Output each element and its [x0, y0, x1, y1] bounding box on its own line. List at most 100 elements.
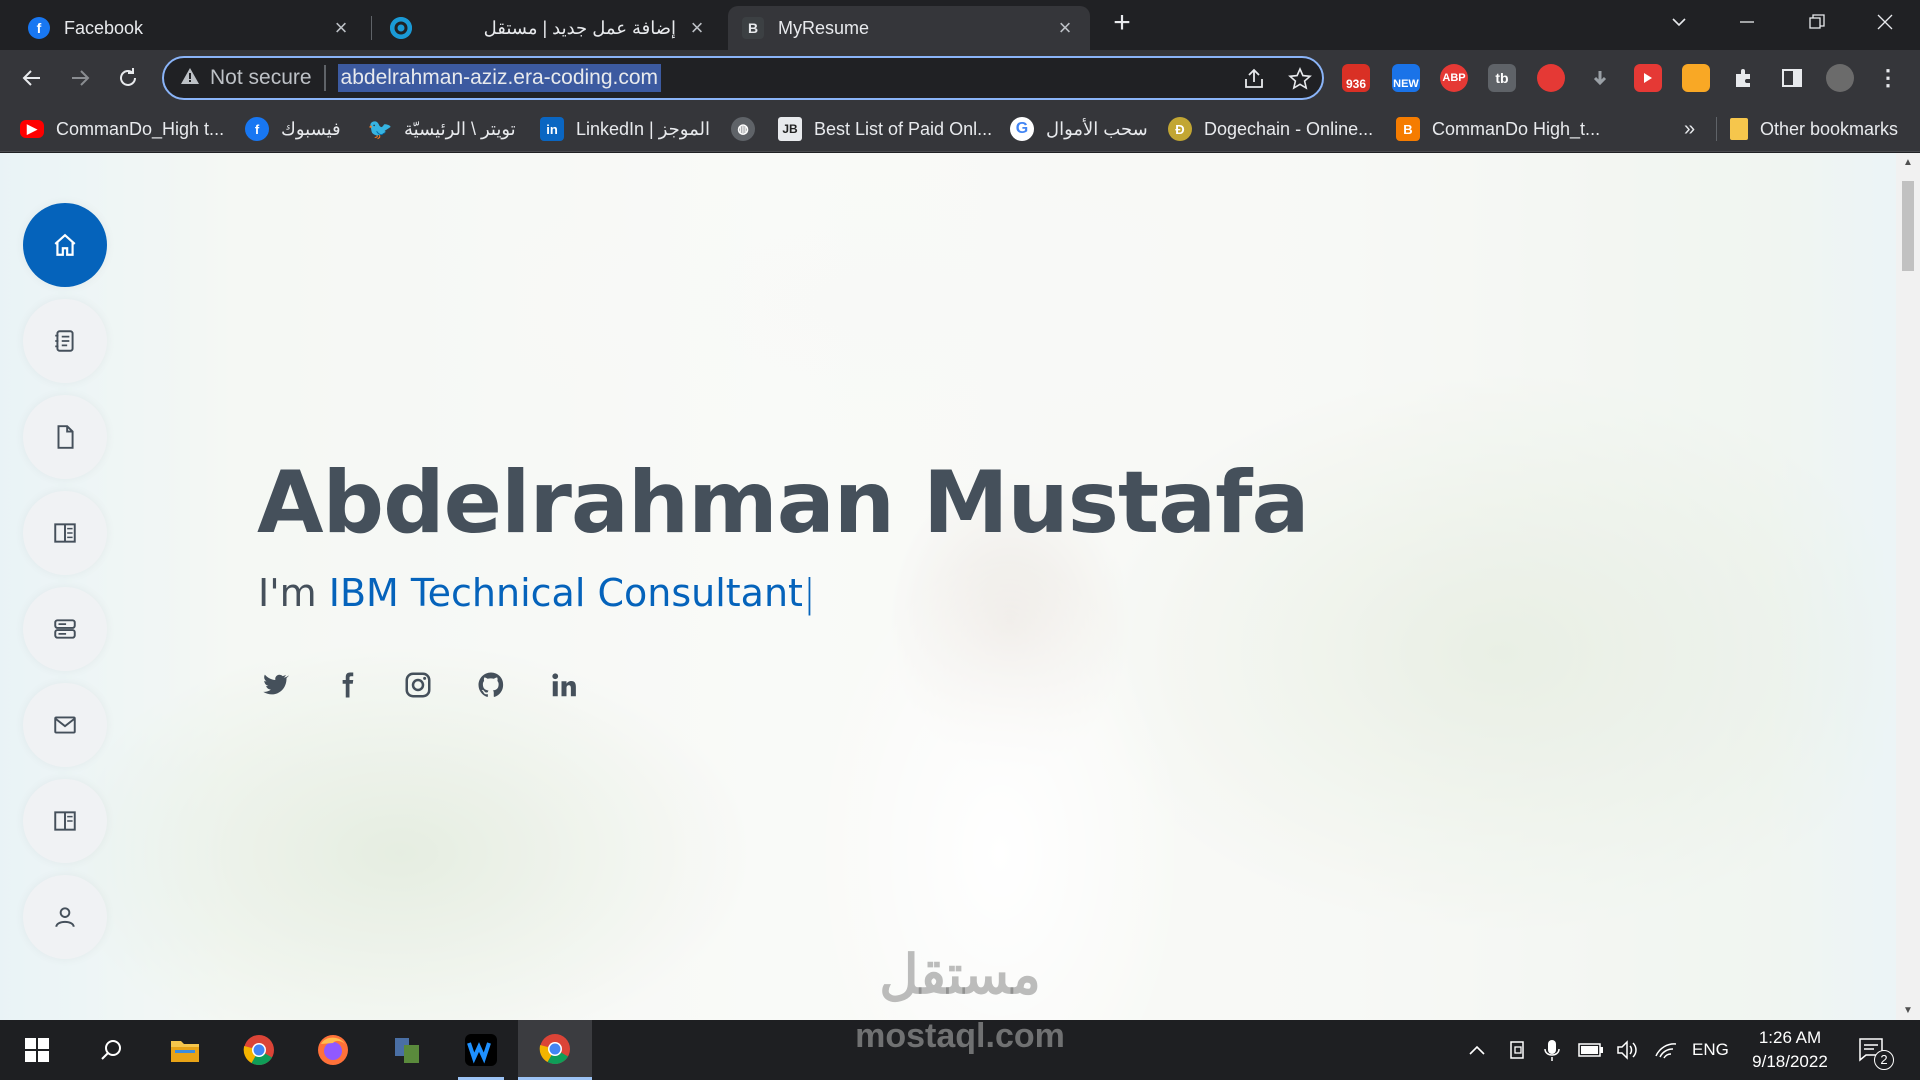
chevron-down-icon — [1672, 18, 1686, 27]
twitter-link[interactable] — [256, 667, 292, 703]
bookmark-item[interactable]: B CommanDo High_t... — [1396, 106, 1600, 152]
nav-home-button[interactable] — [23, 203, 107, 287]
instagram-link[interactable] — [400, 667, 436, 703]
forward-button[interactable] — [64, 62, 96, 94]
twitter-icon — [263, 674, 289, 695]
facebook-link[interactable] — [329, 667, 365, 703]
close-window-button[interactable] — [1852, 0, 1918, 44]
security-status[interactable]: Not secure — [210, 66, 312, 90]
menu-icon[interactable]: ⋮ — [1874, 64, 1902, 92]
battery-icon[interactable] — [1578, 1020, 1604, 1080]
close-icon — [1877, 14, 1893, 30]
tab-search-button[interactable] — [1646, 0, 1712, 44]
time: 1:26 AM — [1758, 1028, 1822, 1047]
github-icon — [478, 672, 504, 697]
minimize-icon — [1740, 21, 1754, 23]
badge: NEW — [1393, 78, 1419, 90]
bookmark-item[interactable]: f فيسبوك — [245, 106, 341, 152]
tb-extension[interactable]: tb — [1488, 64, 1516, 92]
tab-title: MyResume — [778, 17, 870, 38]
side-panel-icon[interactable] — [1778, 64, 1806, 92]
star-icon[interactable] — [1288, 67, 1312, 91]
bookmarks-overflow-button[interactable]: » — [1684, 106, 1695, 152]
nav-blog-button[interactable] — [23, 779, 107, 863]
bookmark-item[interactable]: Ð Dogechain - Online... — [1168, 106, 1373, 152]
close-icon[interactable]: × — [330, 15, 352, 41]
warning-icon[interactable] — [180, 66, 202, 91]
address-bar[interactable]: Not secure abdelrahman-aziz.era-coding.c… — [162, 56, 1324, 100]
bookmark-item[interactable]: ◍ — [731, 106, 767, 152]
gmail-checker-extension[interactable]: 936 — [1342, 64, 1370, 92]
meet-now-icon[interactable] — [1508, 1020, 1528, 1080]
close-icon[interactable]: × — [1054, 15, 1076, 41]
adblock-plus-extension[interactable]: ABP — [1440, 64, 1468, 92]
facebook-icon: f — [245, 117, 269, 141]
bookmark-item[interactable]: JB Best List of Paid Onl... — [778, 106, 992, 152]
dogecoin-icon: Ð — [1168, 117, 1192, 141]
bookmark-item[interactable]: 🐦 تويتر \ الرئيسيّة — [368, 106, 516, 152]
linkedin-link[interactable] — [546, 667, 582, 703]
start-button[interactable] — [0, 1020, 74, 1080]
puzzle-icon[interactable] — [1730, 64, 1758, 92]
nav-portfolio-button[interactable] — [23, 491, 107, 575]
scroll-down-icon[interactable]: ▼ — [1902, 1005, 1914, 1016]
bookmark-item[interactable]: G سحب الأموال — [1010, 106, 1148, 152]
share-icon[interactable] — [1242, 67, 1266, 91]
windows-icon — [25, 1038, 49, 1062]
bookmark-item[interactable]: ▶ CommanDo_High t... — [20, 106, 224, 152]
back-button[interactable] — [16, 62, 48, 94]
bookmark-label: سحب الأموال — [1046, 118, 1148, 139]
nav-contact-button[interactable] — [23, 683, 107, 767]
url-text[interactable]: abdelrahman-aziz.era-coding.com — [337, 64, 662, 92]
hand-icon[interactable] — [1537, 64, 1565, 92]
tab-myresume[interactable]: B MyResume × — [728, 6, 1090, 50]
tab-facebook[interactable]: f Facebook × — [14, 6, 366, 50]
tab-mostaql[interactable]: إضافة عمل جديد | مستقل × — [376, 6, 722, 50]
scroll-up-icon[interactable]: ▲ — [1902, 157, 1914, 168]
new-tab-button[interactable]: + — [1108, 8, 1136, 38]
notification-center[interactable]: 2 — [1858, 1020, 1894, 1080]
github-link[interactable] — [473, 667, 509, 703]
bookmark-label: Other bookmarks — [1760, 118, 1899, 139]
close-icon[interactable]: × — [686, 15, 708, 41]
video-icon[interactable] — [1634, 64, 1662, 92]
new-extension[interactable]: NEW — [1392, 64, 1420, 92]
page-scrollbar[interactable]: ▲ ▼ — [1896, 153, 1920, 1020]
download-icon[interactable] — [1586, 64, 1614, 92]
restore-button[interactable] — [1784, 0, 1850, 44]
avatar[interactable] — [1826, 64, 1854, 92]
language-indicator[interactable]: ENG — [1692, 1020, 1729, 1080]
show-hidden-icons[interactable] — [1468, 1020, 1486, 1080]
home-icon — [54, 233, 76, 256]
bookmark-label: CommanDo_High t... — [56, 118, 225, 139]
facebook-icon — [342, 672, 354, 698]
bookmark-label: Best List of Paid Onl... — [814, 118, 993, 139]
bookmark-item[interactable]: in LinkedIn | الموجز — [540, 106, 710, 152]
scrollbar-thumb[interactable] — [1902, 181, 1914, 271]
divider — [323, 65, 326, 91]
file-explorer-button[interactable] — [148, 1020, 222, 1080]
vpn-button[interactable] — [370, 1020, 444, 1080]
mostaql-icon — [390, 17, 412, 39]
clock[interactable]: 1:26 AM 9/18/2022 — [1730, 1026, 1850, 1074]
wifi-icon[interactable] — [1654, 1020, 1678, 1080]
webstorm-button[interactable] — [444, 1020, 518, 1080]
microphone-icon[interactable] — [1544, 1020, 1560, 1080]
volume-icon[interactable] — [1616, 1020, 1640, 1080]
coin-icon[interactable] — [1682, 64, 1710, 92]
other-bookmarks[interactable]: Other bookmarks — [1730, 106, 1898, 152]
bootstrap-icon: B — [742, 17, 764, 39]
firefox-button[interactable] — [296, 1020, 370, 1080]
search-button[interactable] — [74, 1020, 148, 1080]
reload-button[interactable] — [112, 62, 144, 94]
arrow-left-icon — [22, 70, 40, 86]
minimize-button[interactable] — [1714, 0, 1780, 44]
nav-about-button[interactable] — [23, 299, 107, 383]
nav-resume-button[interactable] — [23, 395, 107, 479]
nav-profile-button[interactable] — [23, 875, 107, 959]
chrome-button[interactable] — [222, 1020, 296, 1080]
webstorm-icon — [465, 1034, 497, 1066]
nav-services-button[interactable] — [23, 587, 107, 671]
mail-icon — [54, 716, 76, 734]
chrome-active-button[interactable] — [518, 1020, 592, 1080]
